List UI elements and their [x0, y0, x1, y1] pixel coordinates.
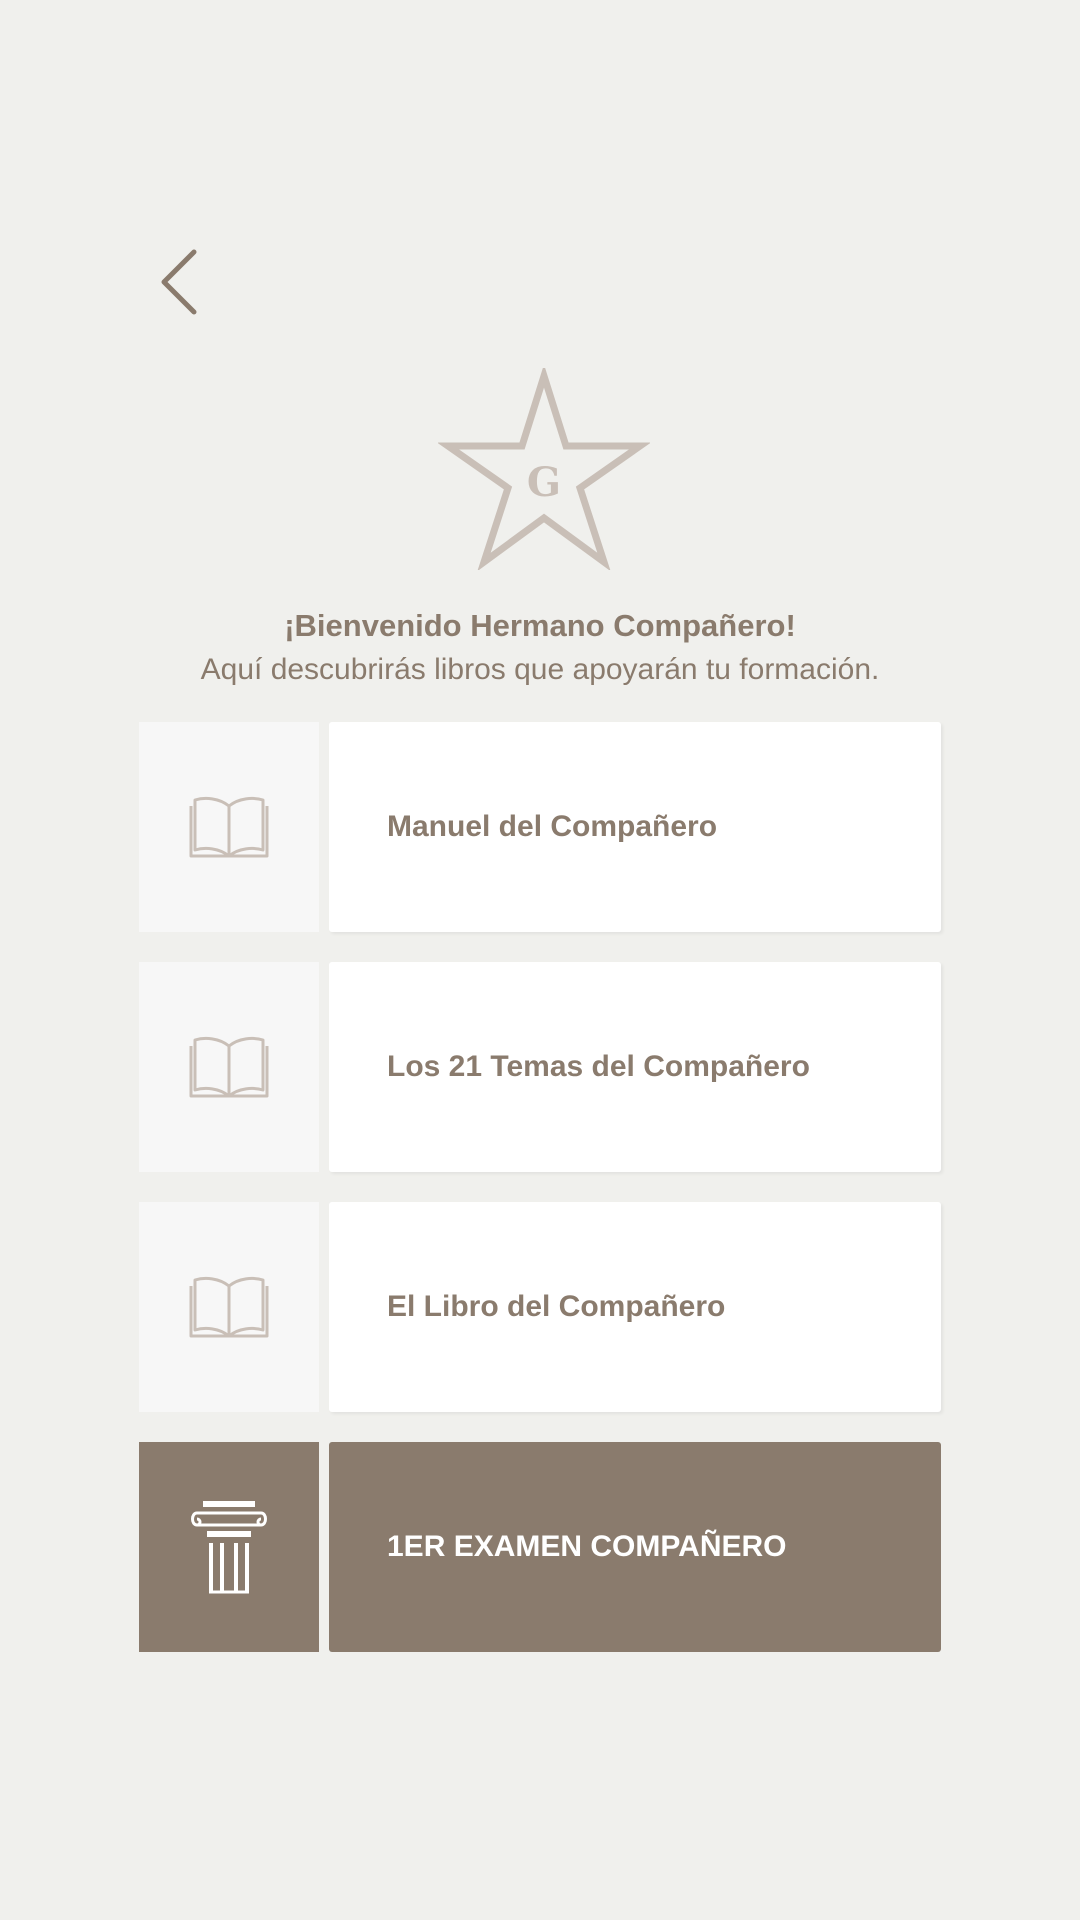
menu-label-box[interactable]: 1ER EXAMEN COMPAÑERO: [329, 1442, 941, 1652]
menu-item-libro[interactable]: El Libro del Compañero: [139, 1202, 941, 1412]
welcome-subtitle: Aquí descubrirás libros que apoyarán tu …: [200, 653, 880, 686]
book-icon: [189, 1276, 269, 1338]
logo-letter: G: [527, 459, 561, 506]
menu-item-manual[interactable]: Manuel del Compañero: [139, 722, 941, 932]
menu-icon-box: [139, 1442, 319, 1652]
menu-item-label: 1ER EXAMEN COMPAÑERO: [387, 1530, 787, 1563]
menu-item-21-temas[interactable]: Los 21 Temas del Compañero: [139, 962, 941, 1172]
menu-item-label: Los 21 Temas del Compañero: [387, 1050, 810, 1083]
welcome-section: ¡Bienvenido Hermano Compañero! Aquí desc…: [0, 604, 1080, 692]
menu-icon-box: [139, 722, 319, 932]
chevron-left-icon: [161, 249, 197, 315]
menu-label-box[interactable]: Los 21 Temas del Compañero: [329, 962, 941, 1172]
menu-label-box[interactable]: Manuel del Compañero: [329, 722, 941, 932]
star-logo: G: [438, 368, 650, 570]
menu-label-box[interactable]: El Libro del Compañero: [329, 1202, 941, 1412]
menu-item-label: El Libro del Compañero: [387, 1290, 726, 1323]
menu-icon-box: [139, 1202, 319, 1412]
books-menu: Manuel del Compañero Los 21 Temas del Co…: [139, 722, 941, 1682]
book-icon: [189, 1036, 269, 1098]
menu-item-label: Manuel del Compañero: [387, 810, 718, 843]
column-icon: [191, 1501, 267, 1594]
book-icon: [189, 796, 269, 858]
menu-item-exam[interactable]: 1ER EXAMEN COMPAÑERO: [139, 1442, 941, 1652]
star-g-icon: G: [438, 368, 650, 570]
back-button[interactable]: [150, 244, 210, 320]
menu-icon-box: [139, 962, 319, 1172]
welcome-title: ¡Bienvenido Hermano Compañero!: [284, 608, 796, 643]
